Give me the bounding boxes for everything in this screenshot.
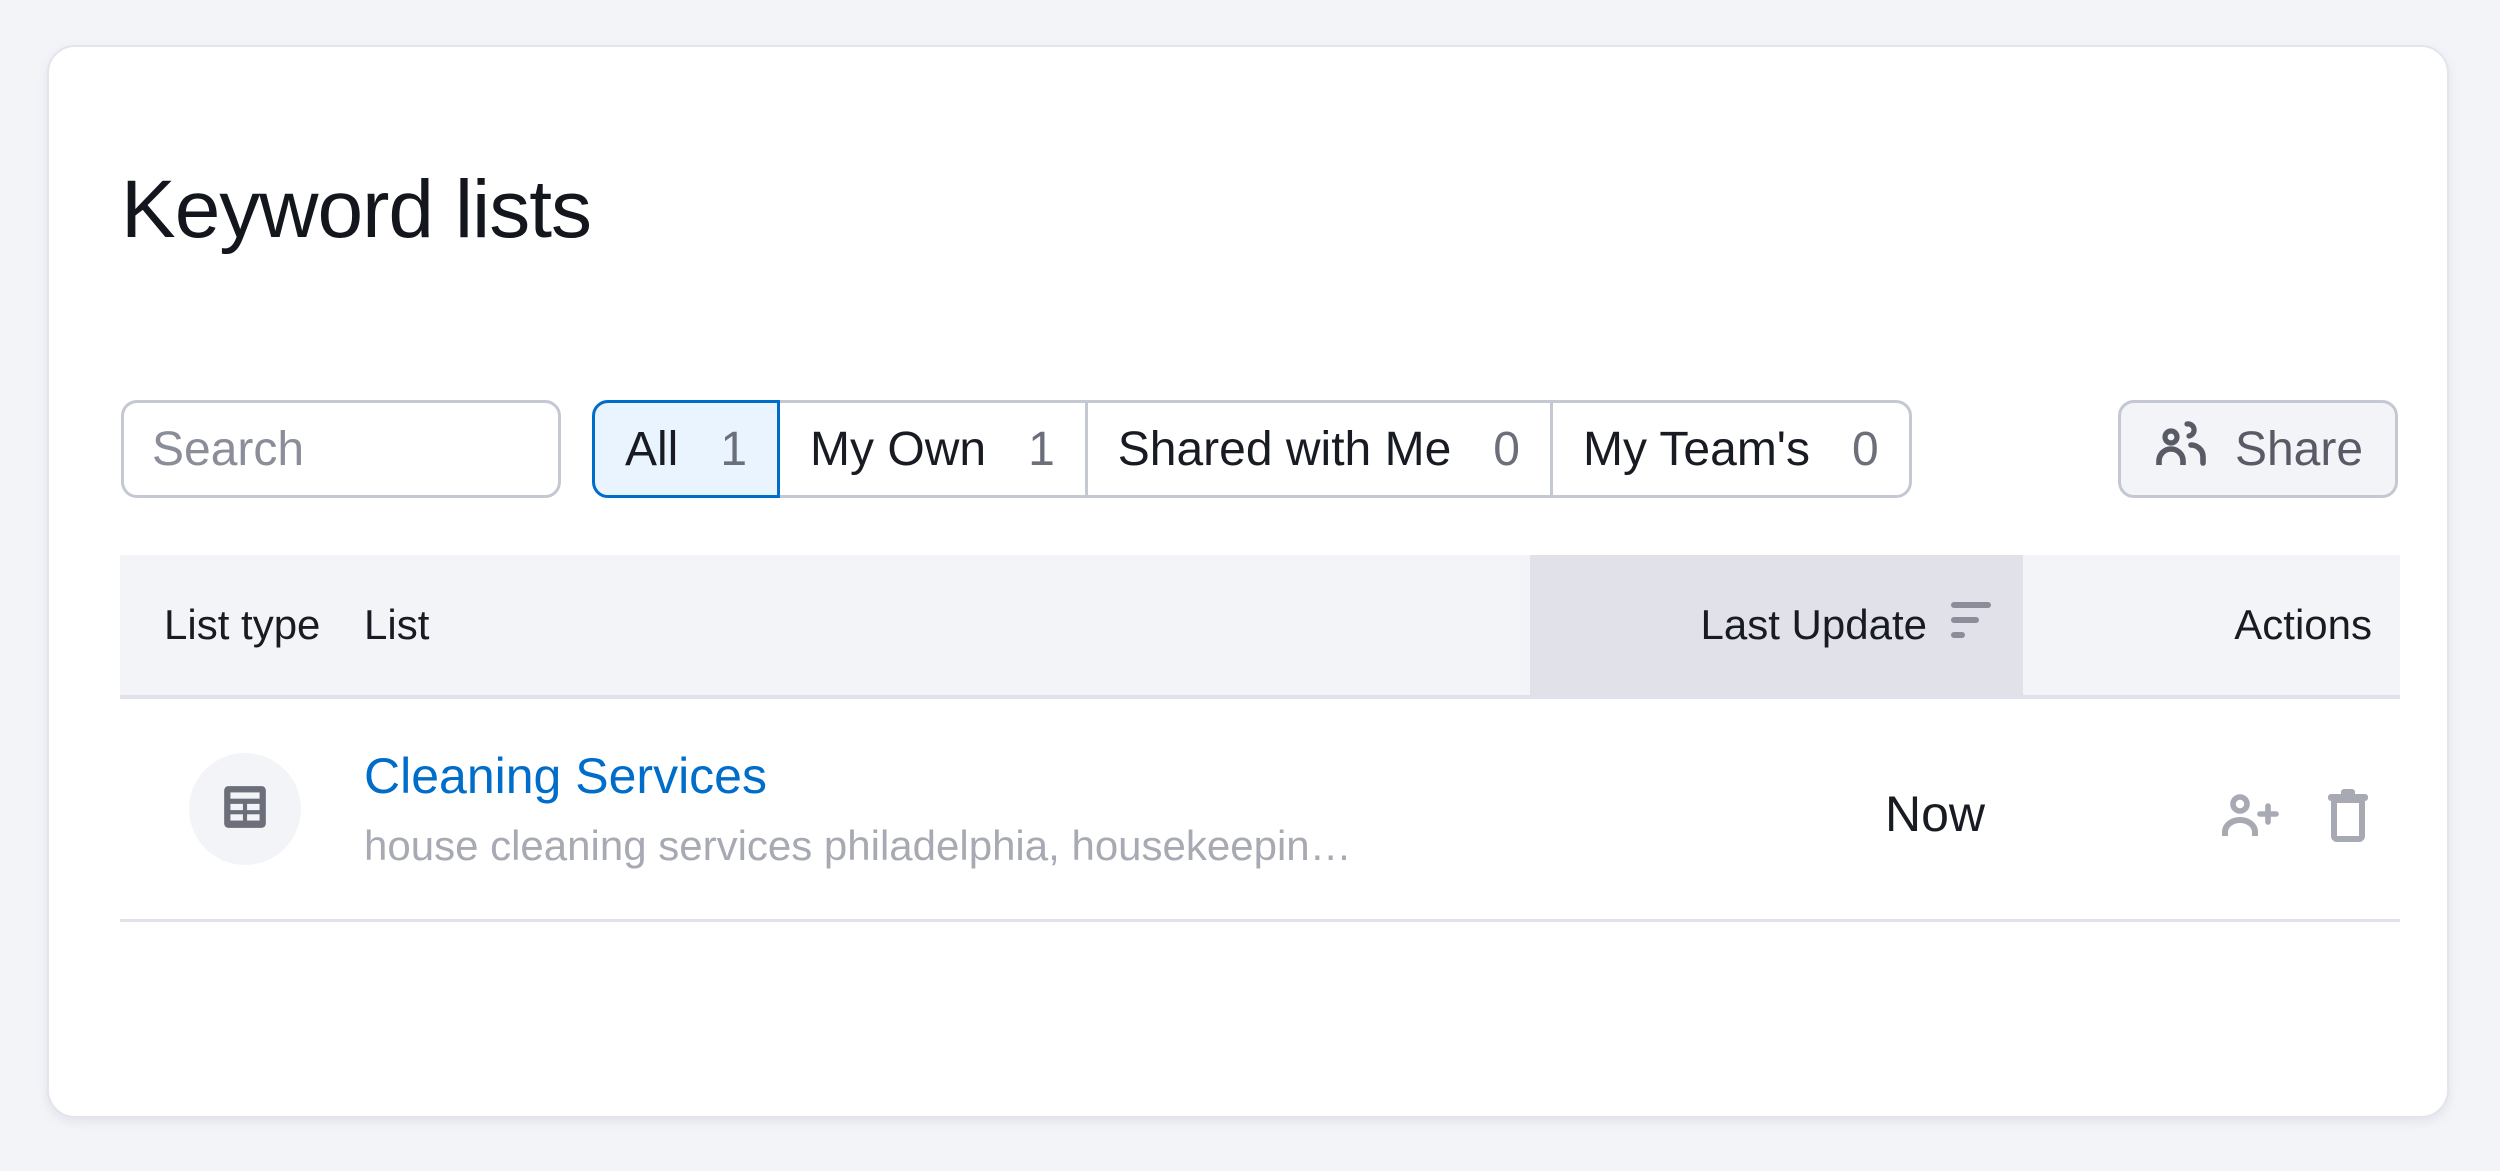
tab-all[interactable]: All 1 xyxy=(592,400,781,498)
tab-count: 1 xyxy=(720,422,748,476)
tab-count: 0 xyxy=(1493,422,1520,476)
actions-cell xyxy=(2023,776,2400,842)
share-user-icon[interactable] xyxy=(2220,792,2280,838)
list-cell: Cleaning Services house cleaning service… xyxy=(364,748,1530,870)
list-type-cell xyxy=(120,753,364,865)
column-header-actions: Actions xyxy=(2234,601,2372,648)
column-header-last-update[interactable]: Last Update xyxy=(1530,555,2023,695)
tab-label: My Team's xyxy=(1582,422,1810,476)
table-row: Cleaning Services house cleaning service… xyxy=(120,699,2400,922)
keyword-lists-table: List type List Last Update Actions Clean… xyxy=(120,555,2400,922)
last-update-value: Now xyxy=(1884,786,1985,842)
share-label: Share xyxy=(2234,422,2364,476)
filter-tabs: All 1 My Own 1 Shared with Me 0 My Team'… xyxy=(592,400,1912,498)
list-keywords-preview: house cleaning services philadelphia, ho… xyxy=(364,821,1364,869)
sort-icon xyxy=(1949,600,1993,650)
table-header: List type List Last Update Actions xyxy=(120,555,2400,699)
users-icon xyxy=(2153,418,2209,480)
tab-shared-with-me[interactable]: Shared with Me 0 xyxy=(1084,403,1550,495)
column-header-list: List xyxy=(364,601,430,648)
table-icon xyxy=(220,782,270,837)
column-header-list-type: List type xyxy=(164,601,321,648)
list-type-badge xyxy=(189,753,301,865)
tab-label: My Own xyxy=(810,422,987,476)
tab-my-own[interactable]: My Own 1 xyxy=(780,403,1085,495)
list-name-link[interactable]: Cleaning Services xyxy=(364,748,1530,804)
tab-my-teams[interactable]: My Team's 0 xyxy=(1549,403,1909,495)
trash-icon[interactable] xyxy=(2326,788,2370,842)
page-title: Keyword lists xyxy=(121,164,592,255)
search-input[interactable] xyxy=(124,403,558,495)
column-label: Last Update xyxy=(1700,601,1928,648)
share-button[interactable]: Share xyxy=(2118,400,2398,498)
keyword-lists-card: Keyword lists All 1 My Own 1 Shared with… xyxy=(47,45,2449,1118)
search-box xyxy=(121,400,561,498)
tab-label: Shared with Me xyxy=(1117,422,1452,476)
tab-label: All xyxy=(625,422,679,476)
tab-count: 0 xyxy=(1851,422,1879,476)
tab-count: 1 xyxy=(1028,422,1055,476)
